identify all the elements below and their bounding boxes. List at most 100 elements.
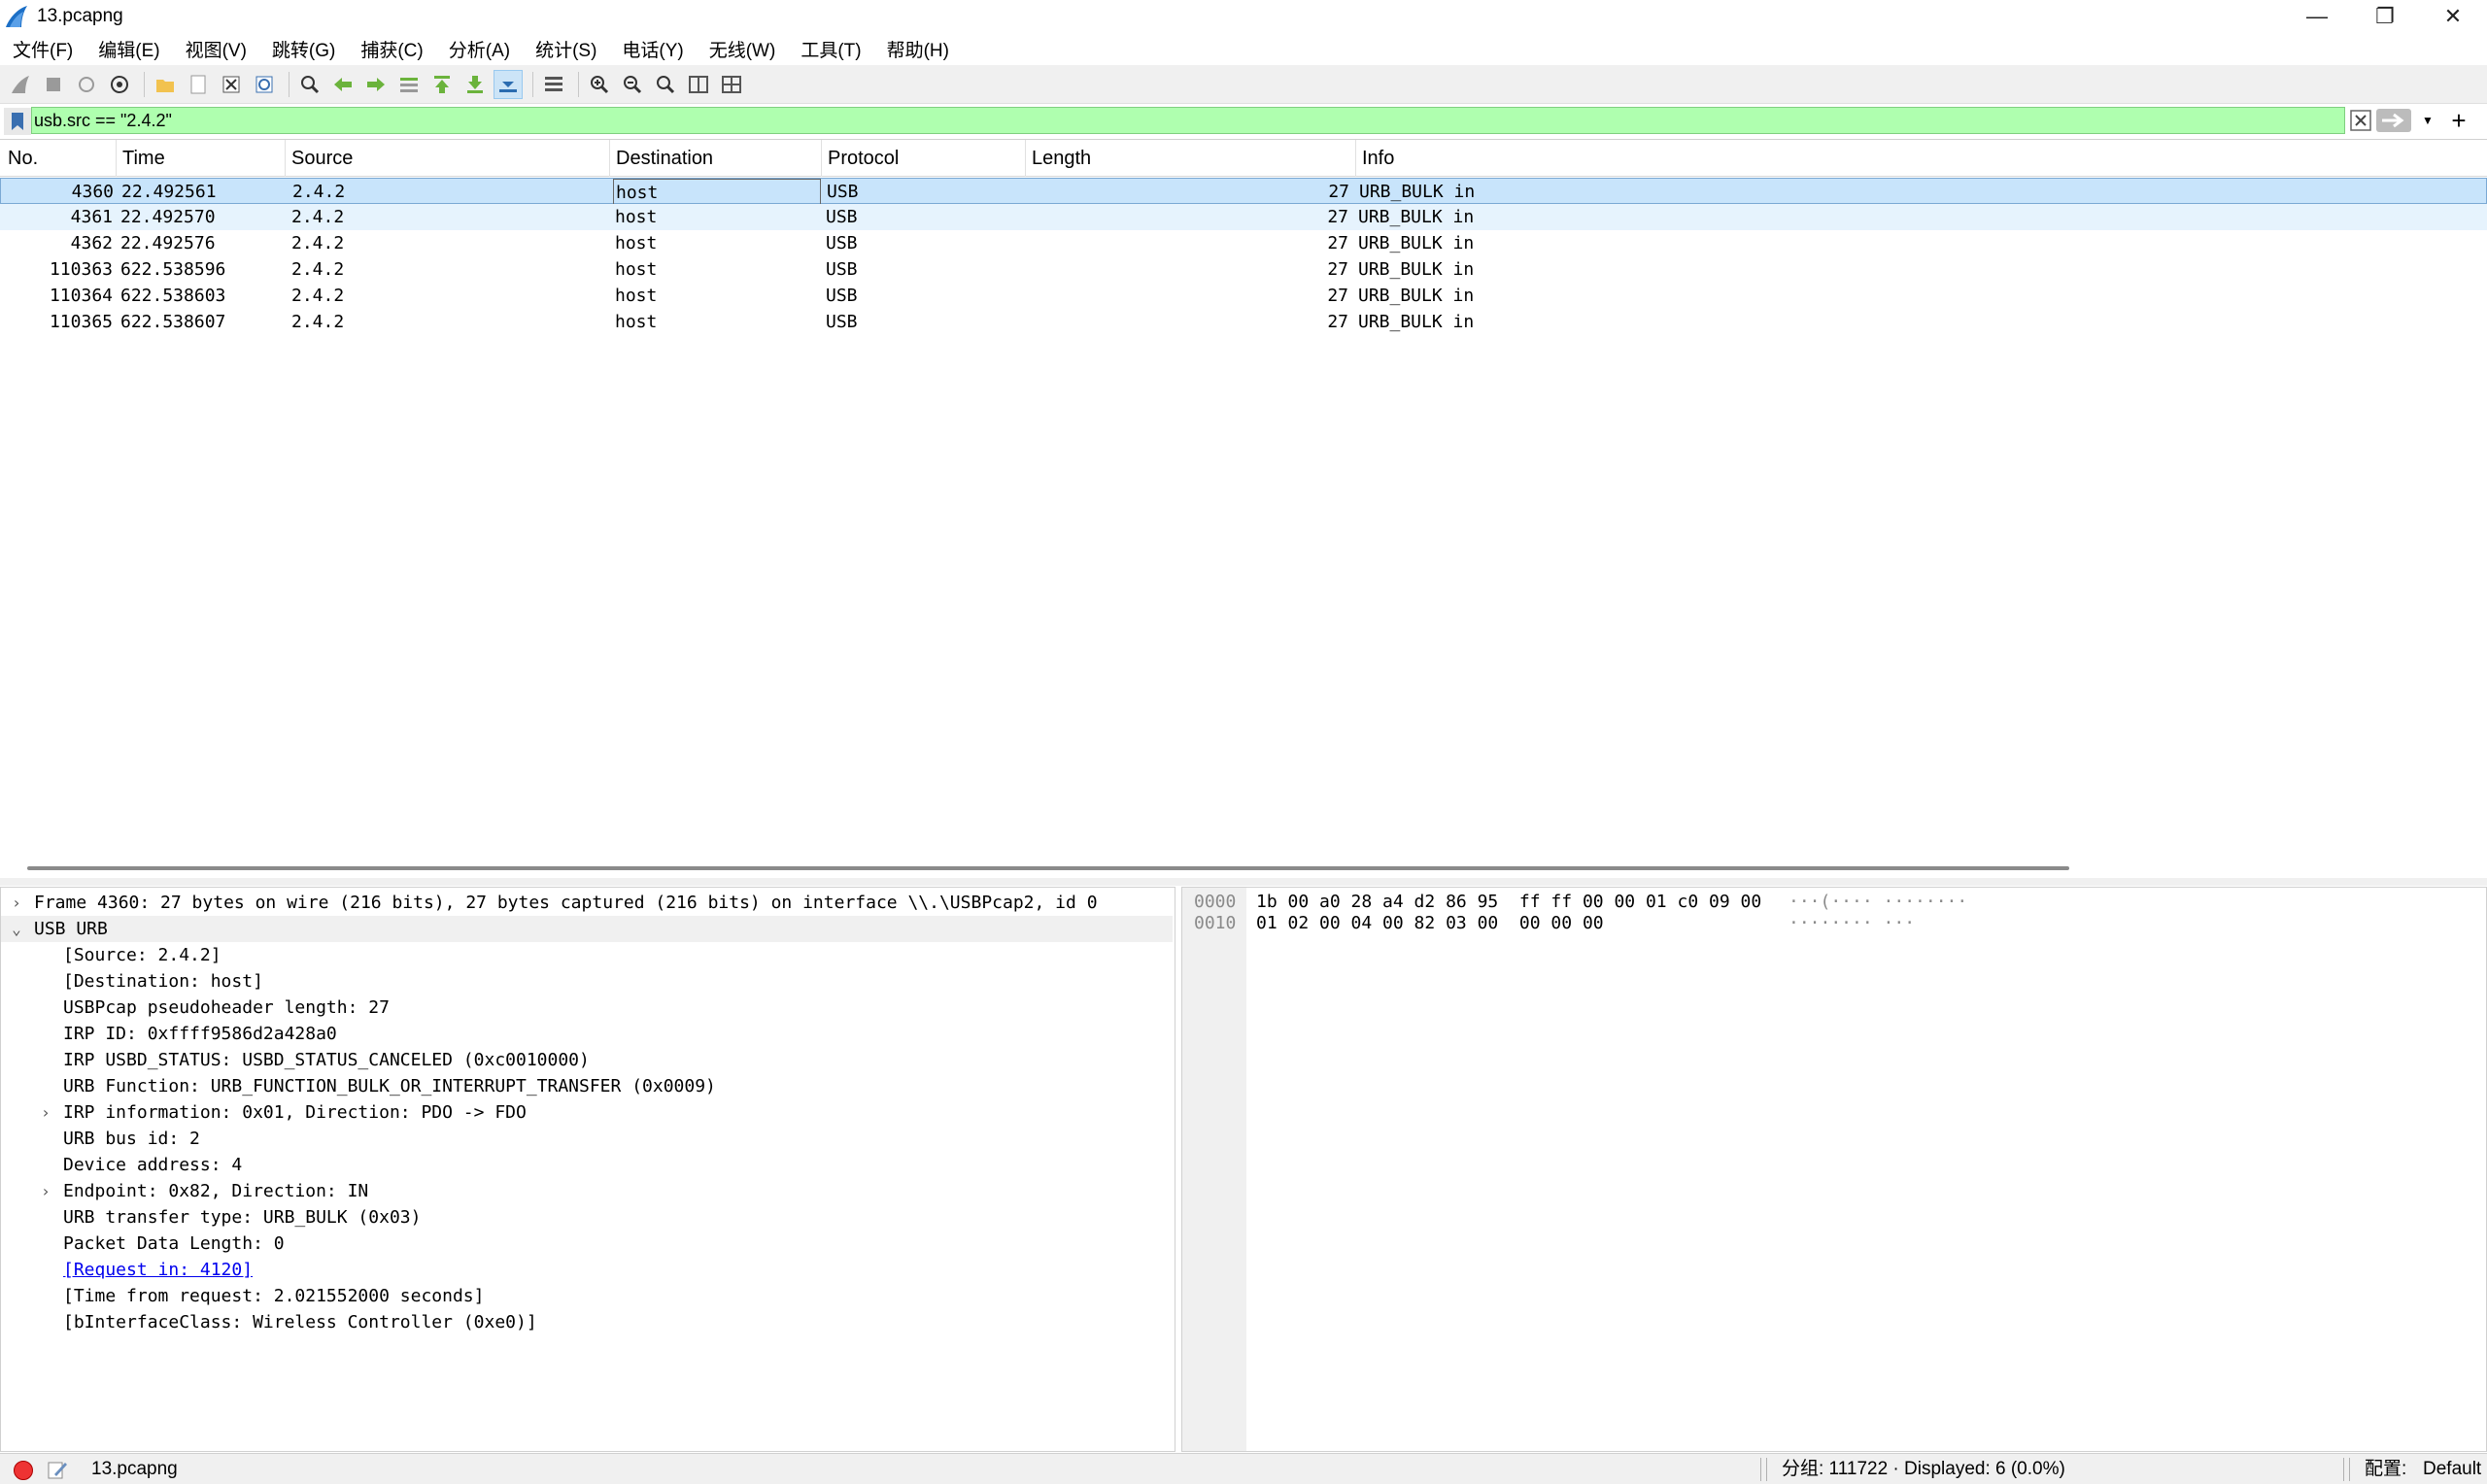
chevron-right-icon[interactable]: ›: [7, 890, 26, 916]
menu-file[interactable]: 文件(F): [0, 36, 85, 62]
cell-length: 27: [1327, 312, 1348, 332]
detail-line[interactable]: IRP USBD_STATUS: USBD_STATUS_CANCELED (0…: [1, 1047, 1173, 1073]
wireshark-fin-icon: [6, 6, 27, 27]
shark-fin-start-icon[interactable]: [6, 70, 35, 99]
menu-wireless[interactable]: 无线(W): [697, 36, 789, 62]
packet-row[interactable]: 110364 622.538603 2.4.2 host USB 27 URB_…: [0, 283, 2487, 309]
detail-text: URB Function: URB_FUNCTION_BULK_OR_INTER…: [63, 1076, 716, 1096]
normal-size-icon[interactable]: [651, 70, 680, 99]
expert-info-led-icon[interactable]: [14, 1461, 33, 1480]
go-to-packet-icon[interactable]: [394, 70, 424, 99]
column-header-no[interactable]: No.: [0, 140, 117, 177]
status-profile[interactable]: Default: [2423, 1454, 2481, 1484]
display-filter-input[interactable]: usb.src == "2.4.2": [31, 107, 2345, 134]
save-file-icon[interactable]: [184, 70, 213, 99]
close-button[interactable]: ✕: [2419, 0, 2487, 33]
stop-capture-icon[interactable]: [39, 70, 68, 99]
resize-columns-icon[interactable]: [684, 70, 713, 99]
detail-line-usb-urb[interactable]: ⌄ USB URB: [1, 916, 1173, 942]
menu-edit[interactable]: 编辑(E): [85, 36, 172, 62]
restore-button[interactable]: ❐: [2351, 0, 2419, 33]
chevron-down-icon[interactable]: ▼: [2417, 109, 2438, 132]
capture-options-icon[interactable]: [105, 70, 134, 99]
status-profile-label: 配置:: [2365, 1459, 2407, 1479]
detail-text: USBPcap pseudoheader length: 27: [63, 997, 390, 1018]
packet-row[interactable]: 4361 22.492570 2.4.2 host USB 27 URB_BUL…: [0, 204, 2487, 230]
zoom-in-icon[interactable]: [585, 70, 614, 99]
byte-hex[interactable]: 01 02 00 04 00 82 03 00 00 00 00: [1256, 913, 1604, 934]
detail-line[interactable]: URB Function: URB_FUNCTION_BULK_OR_INTER…: [1, 1073, 1173, 1099]
close-file-icon[interactable]: [217, 70, 246, 99]
bookmark-icon[interactable]: [4, 107, 31, 135]
menu-view[interactable]: 视图(V): [173, 36, 259, 62]
menu-go[interactable]: 跳转(G): [259, 36, 348, 62]
cell-length: 27: [1328, 182, 1349, 202]
detail-text: [bInterfaceClass: Wireless Controller (0…: [63, 1312, 537, 1332]
menu-tools[interactable]: 工具(T): [788, 36, 873, 62]
chevron-right-icon[interactable]: ›: [36, 1099, 55, 1126]
apply-filter-icon[interactable]: [2376, 109, 2411, 132]
first-packet-icon[interactable]: [427, 70, 457, 99]
find-packet-icon[interactable]: [295, 70, 324, 99]
detail-line[interactable]: [Time from request: 2.021552000 seconds]: [1, 1283, 1173, 1309]
detail-text: URB bus id: 2: [63, 1129, 200, 1149]
detail-line[interactable]: [Destination: host]: [1, 968, 1173, 995]
reload-file-icon[interactable]: [250, 70, 279, 99]
detail-line[interactable]: IRP ID: 0xffff9586d2a428a0: [1, 1021, 1173, 1047]
detail-line[interactable]: Device address: 4: [1, 1152, 1173, 1178]
detail-line-irp-info[interactable]: › IRP information: 0x01, Direction: PDO …: [1, 1099, 1173, 1126]
cell-info: URB_BULK in: [1358, 259, 1475, 280]
column-header-source[interactable]: Source: [284, 140, 610, 177]
chevron-right-icon[interactable]: ›: [36, 1178, 55, 1204]
menu-statistics[interactable]: 统计(S): [523, 36, 609, 62]
packet-row[interactable]: 4360 22.492561 2.4.2 host USB 27 URB_BUL…: [0, 178, 2487, 205]
detail-line[interactable]: [bInterfaceClass: Wireless Controller (0…: [1, 1309, 1173, 1335]
auto-scroll-icon[interactable]: [494, 69, 523, 99]
layout-icon[interactable]: [717, 70, 746, 99]
go-forward-icon[interactable]: [361, 70, 391, 99]
column-header-length[interactable]: Length: [1024, 140, 1356, 177]
capture-comment-icon[interactable]: [47, 1459, 68, 1480]
column-header-destination[interactable]: Destination: [608, 140, 822, 177]
menu-analyze[interactable]: 分析(A): [436, 36, 523, 62]
detail-line[interactable]: [Source: 2.4.2]: [1, 942, 1173, 968]
request-in-link[interactable]: [Request in: 4120]: [63, 1257, 253, 1283]
detail-line[interactable]: USBPcap pseudoheader length: 27: [1, 995, 1173, 1021]
clear-filter-icon[interactable]: [2349, 109, 2372, 132]
open-file-icon[interactable]: [151, 70, 180, 99]
cell-no: 4361: [70, 207, 113, 227]
add-filter-button-icon[interactable]: +: [2444, 106, 2473, 135]
go-back-icon[interactable]: [328, 70, 358, 99]
detail-line-request-link[interactable]: [Request in: 4120]: [1, 1257, 1173, 1283]
column-header-info[interactable]: Info: [1354, 140, 2487, 177]
detail-line[interactable]: URB bus id: 2: [1, 1126, 1173, 1152]
packet-row[interactable]: 110363 622.538596 2.4.2 host USB 27 URB_…: [0, 256, 2487, 283]
detail-line-frame[interactable]: › Frame 4360: 27 bytes on wire (216 bits…: [1, 890, 1173, 916]
menu-help[interactable]: 帮助(H): [874, 36, 962, 62]
chevron-down-icon[interactable]: ⌄: [7, 916, 26, 942]
packet-row[interactable]: 4362 22.492576 2.4.2 host USB 27 URB_BUL…: [0, 230, 2487, 256]
toolbar-separator: [144, 71, 145, 97]
horizontal-scrollbar[interactable]: [27, 866, 2069, 870]
detail-line-endpoint[interactable]: › Endpoint: 0x82, Direction: IN: [1, 1178, 1173, 1204]
menu-capture[interactable]: 捕获(C): [348, 36, 435, 62]
minimize-button[interactable]: —: [2283, 0, 2351, 33]
cell-time: 22.492576: [120, 233, 216, 253]
packet-row[interactable]: 110365 622.538607 2.4.2 host USB 27 URB_…: [0, 309, 2487, 335]
cell-time: 622.538607: [120, 312, 226, 332]
menu-telephony[interactable]: 电话(Y): [609, 36, 696, 62]
detail-line[interactable]: Packet Data Length: 0: [1, 1231, 1173, 1257]
cell-no: 110365: [49, 312, 113, 332]
colorize-icon[interactable]: [539, 70, 568, 99]
column-header-protocol[interactable]: Protocol: [820, 140, 1026, 177]
restart-capture-icon[interactable]: [72, 70, 101, 99]
detail-text: [Destination: host]: [63, 971, 263, 992]
zoom-out-icon[interactable]: [618, 70, 647, 99]
byte-ascii[interactable]: ········ ···: [1789, 913, 1915, 934]
byte-ascii[interactable]: ···(···· ········: [1789, 892, 1967, 913]
detail-line[interactable]: URB transfer type: URB_BULK (0x03): [1, 1204, 1173, 1231]
column-header-time[interactable]: Time: [115, 140, 286, 177]
byte-hex[interactable]: 1b 00 a0 28 a4 d2 86 95 ff ff 00 00 01 c…: [1256, 892, 1761, 913]
last-packet-icon[interactable]: [460, 70, 490, 99]
pane-splitter[interactable]: [0, 878, 2487, 886]
